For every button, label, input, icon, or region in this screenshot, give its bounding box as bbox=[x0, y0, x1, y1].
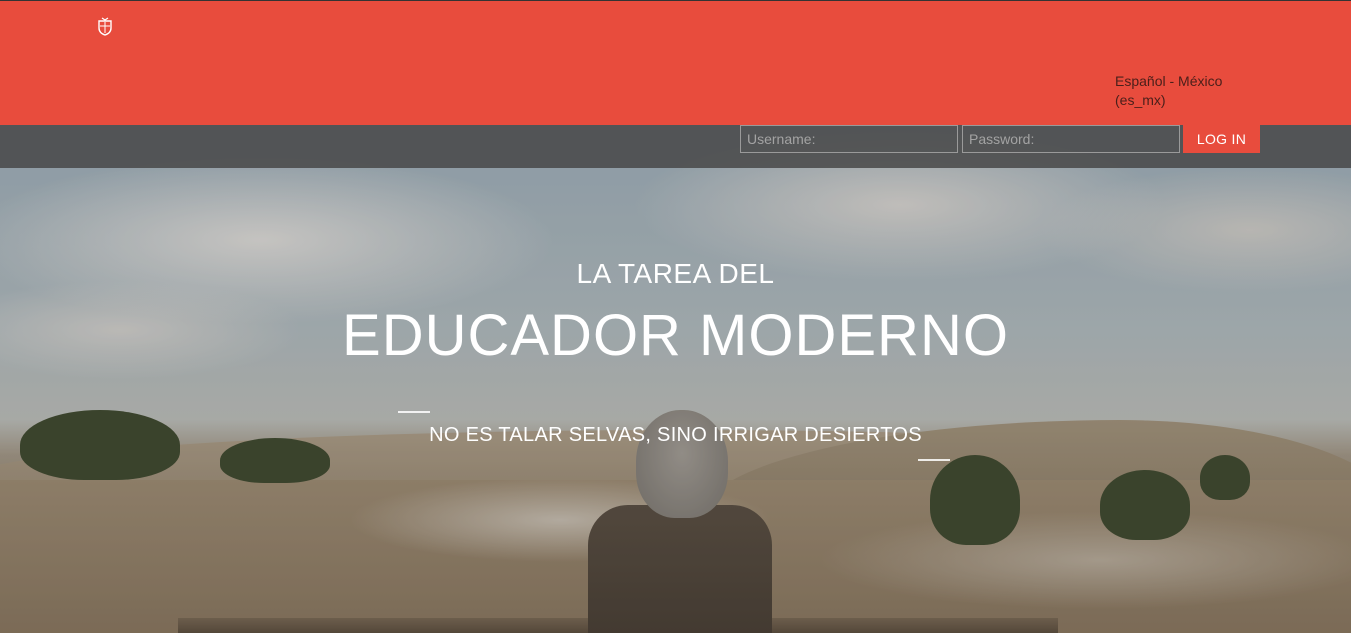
hero-title-line1: LA TAREA DEL bbox=[576, 258, 775, 289]
hero-title-line2: EDUCADOR MODERNO bbox=[342, 303, 1009, 368]
username-field[interactable] bbox=[740, 125, 958, 153]
decorative-line-right bbox=[918, 459, 950, 461]
login-button[interactable]: LOG IN bbox=[1183, 125, 1260, 153]
decorative-line-left bbox=[398, 411, 430, 413]
crest-logo-icon[interactable] bbox=[96, 16, 114, 36]
top-header-bar: Español - México (es_mx) bbox=[0, 0, 1351, 125]
language-selector[interactable]: Español - México (es_mx) bbox=[1115, 72, 1245, 110]
password-field[interactable] bbox=[962, 125, 1180, 153]
hero-tagline: NO ES TALAR SELVAS, SINO IRRIGAR DESIERT… bbox=[429, 424, 922, 446]
